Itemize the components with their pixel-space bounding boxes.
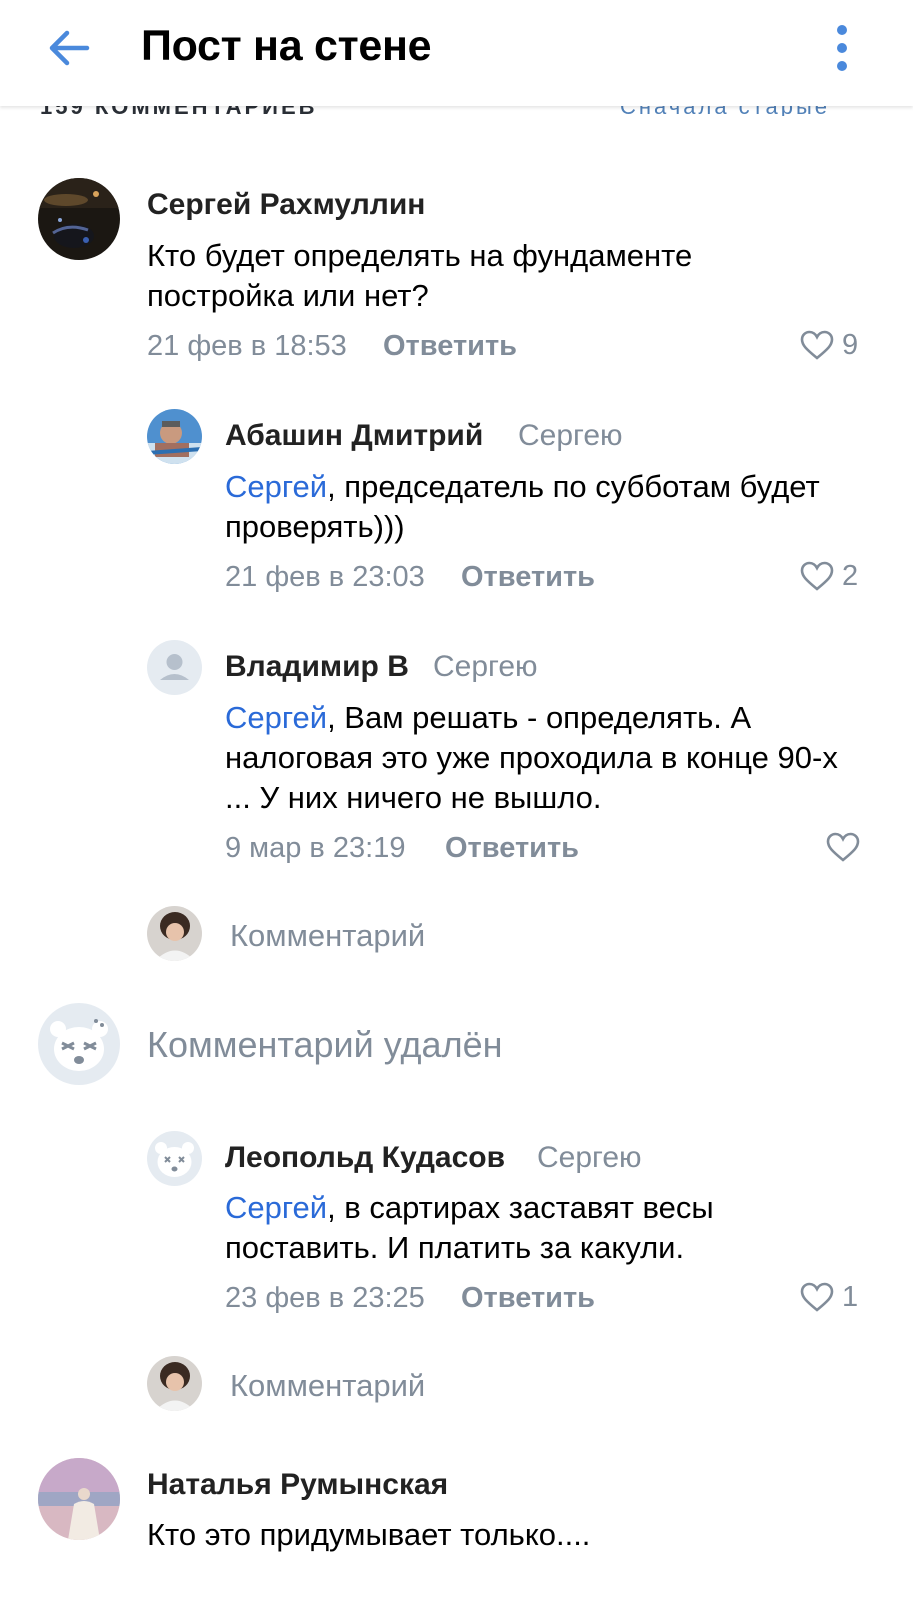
reply-to-label[interactable]: Сергею: [537, 1141, 642, 1175]
reply-button[interactable]: Ответить: [461, 1282, 595, 1315]
heart-icon: [800, 1282, 834, 1312]
heart-icon: [800, 330, 834, 360]
page-title: Пост на стене: [141, 22, 432, 70]
app-header: Пост на стене: [0, 0, 913, 106]
more-vertical-icon[interactable]: [830, 24, 854, 72]
sort-toggle[interactable]: Сначала старые: [620, 106, 830, 116]
comment-body: Кто будет определять на фундаменте постр…: [147, 238, 693, 313]
comment-text: Кто это придумывает только....: [147, 1515, 847, 1555]
like-count: 9: [842, 328, 859, 361]
reply-button[interactable]: Ответить: [445, 832, 579, 865]
scrolled-header-peek: 159 КОММЕНТАРИЕВ Сначала старые: [0, 106, 913, 116]
mention-link[interactable]: Сергей: [225, 469, 327, 504]
avatar[interactable]: [38, 178, 120, 260]
reply-button[interactable]: Ответить: [383, 330, 517, 363]
like-button[interactable]: 1: [800, 1280, 858, 1314]
mention-link[interactable]: Сергей: [225, 1190, 327, 1225]
comment-author[interactable]: Леопольд Кудасов: [225, 1141, 505, 1175]
like-count: 2: [842, 559, 859, 592]
like-button[interactable]: 2: [800, 559, 858, 593]
comment-text: Сергей, председатель по субботам будет п…: [225, 467, 845, 547]
back-arrow-icon[interactable]: [45, 24, 93, 72]
comment-author[interactable]: Наталья Румынская: [147, 1468, 448, 1502]
comment-author[interactable]: Абашин Дмитрий: [225, 419, 483, 453]
reply-to-label[interactable]: Сергею: [433, 650, 538, 684]
current-user-avatar: [147, 906, 202, 961]
like-button[interactable]: [826, 830, 860, 864]
like-count: 1: [842, 1280, 859, 1313]
heart-icon: [826, 832, 860, 862]
comment-author[interactable]: Владимир В: [225, 650, 409, 684]
like-button[interactable]: 9: [800, 328, 858, 362]
avatar[interactable]: [38, 1458, 120, 1540]
comment-author[interactable]: Сергей Рахмуллин: [147, 188, 425, 222]
current-user-avatar: [147, 1356, 202, 1411]
comments-count: 159 КОММЕНТАРИЕВ: [40, 106, 318, 116]
comment-date: 21 фев в 18:53: [147, 330, 347, 362]
avatar[interactable]: [147, 409, 202, 464]
comment-date: 9 мар в 23:19: [225, 832, 406, 864]
comment-text: Сергей, в сартирах заставят весы постави…: [225, 1188, 825, 1268]
comment-body: Кто это придумывает только....: [147, 1517, 591, 1552]
comment-date: 23 фев в 23:25: [225, 1282, 425, 1314]
reply-to-label[interactable]: Сергею: [518, 419, 623, 453]
avatar[interactable]: [147, 1131, 202, 1186]
comment-input[interactable]: Комментарий: [230, 918, 425, 954]
deleted-avatar: [38, 1003, 120, 1085]
deleted-comment-text: Комментарий удалён: [147, 1024, 503, 1065]
comment-date: 21 фев в 23:03: [225, 561, 425, 593]
heart-icon: [800, 561, 834, 591]
mention-link[interactable]: Сергей: [225, 700, 327, 735]
comment-text: Сергей, Вам решать - определять. А налог…: [225, 698, 865, 818]
comment-input[interactable]: Комментарий: [230, 1368, 425, 1404]
reply-button[interactable]: Ответить: [461, 561, 595, 594]
comment-text: Кто будет определять на фундаменте постр…: [147, 236, 847, 316]
avatar[interactable]: [147, 640, 202, 695]
